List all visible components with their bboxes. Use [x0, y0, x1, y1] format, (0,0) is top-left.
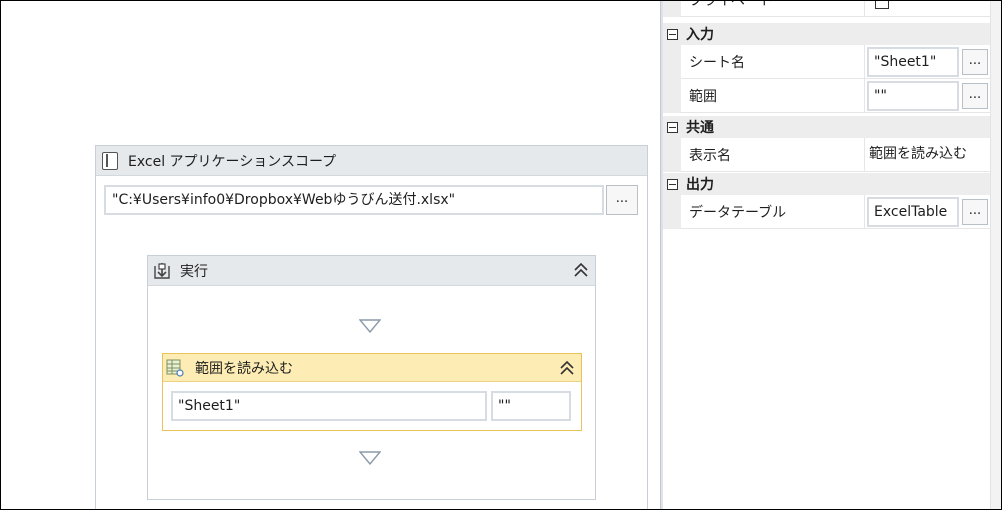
range-edit-button[interactable]: ...	[962, 83, 988, 109]
property-row-private[interactable]: プライベート	[663, 0, 990, 17]
properties-scrollbar[interactable]	[990, 1, 1001, 509]
property-name: 表示名	[681, 138, 865, 172]
range-input[interactable]: ""	[491, 391, 571, 421]
category-label: 入力	[686, 27, 714, 43]
excel-application-scope[interactable]: Excel アプリケーションスコープ "C:¥Users¥info0¥Dropb…	[95, 145, 648, 510]
property-row-range[interactable]: 範囲 "" ...	[663, 79, 990, 113]
sheet-name-edit-button[interactable]: ...	[962, 49, 988, 75]
excel-scope-icon	[102, 151, 118, 170]
collapse-toggle-icon[interactable]	[667, 121, 678, 133]
property-name: 範囲	[681, 79, 865, 113]
property-row-data-table[interactable]: データテーブル ExcelTable ...	[663, 195, 990, 229]
scope-title: Excel アプリケーションスコープ	[128, 153, 337, 170]
do-sequence[interactable]: 実行 範囲を読み込む "Sheet1" ""	[147, 255, 596, 500]
category-common[interactable]: 共通	[663, 116, 990, 138]
property-row-sheet-name[interactable]: シート名 "Sheet1" ...	[663, 45, 990, 79]
data-table-edit-button[interactable]: ...	[962, 199, 988, 225]
workflow-designer-canvas: Excel アプリケーションスコープ "C:¥Users¥info0¥Dropb…	[1, 1, 659, 510]
sequence-header[interactable]: 実行	[148, 256, 595, 286]
private-checkbox[interactable]	[875, 0, 889, 9]
activity-title: 範囲を読み込む	[195, 360, 293, 377]
workbook-path-input[interactable]: "C:¥Users¥info0¥Dropbox¥Webゆうびん送付.xlsx"	[104, 185, 604, 215]
property-name: シート名	[681, 45, 865, 79]
sheet-name-value[interactable]: "Sheet1"	[867, 47, 959, 77]
drop-target-arrow-icon[interactable]	[359, 451, 381, 465]
scope-header[interactable]: Excel アプリケーションスコープ	[96, 146, 647, 176]
property-name: プライベート	[681, 0, 865, 17]
property-row-display-name[interactable]: 表示名 範囲を読み込む	[663, 138, 990, 172]
category-label: 共通	[686, 120, 714, 136]
range-value[interactable]: ""	[867, 81, 959, 111]
category-input[interactable]: 入力	[663, 23, 990, 45]
drop-target-arrow-icon[interactable]	[359, 319, 381, 333]
collapse-chevron-icon[interactable]	[559, 359, 575, 377]
read-range-activity[interactable]: 範囲を読み込む "Sheet1" ""	[162, 353, 582, 431]
activity-header[interactable]: 範囲を読み込む	[163, 354, 581, 382]
collapse-toggle-icon[interactable]	[667, 28, 678, 40]
category-label: 出力	[686, 177, 714, 193]
properties-panel: プライベート 入力 シート名 "Sheet1" ... 範囲 "" ... 共通…	[663, 0, 1001, 509]
display-name-value[interactable]: 範囲を読み込む	[869, 138, 967, 170]
collapse-chevron-icon[interactable]	[573, 261, 589, 279]
sheet-name-input[interactable]: "Sheet1"	[171, 391, 487, 421]
category-output[interactable]: 出力	[663, 173, 990, 195]
sequence-icon	[154, 262, 170, 279]
property-name: データテーブル	[681, 195, 865, 229]
collapse-toggle-icon[interactable]	[667, 178, 678, 190]
workbook-path-browse-button[interactable]: ...	[606, 185, 638, 215]
read-range-icon	[166, 359, 184, 377]
sequence-title: 実行	[180, 263, 208, 280]
data-table-value[interactable]: ExcelTable	[867, 197, 959, 227]
